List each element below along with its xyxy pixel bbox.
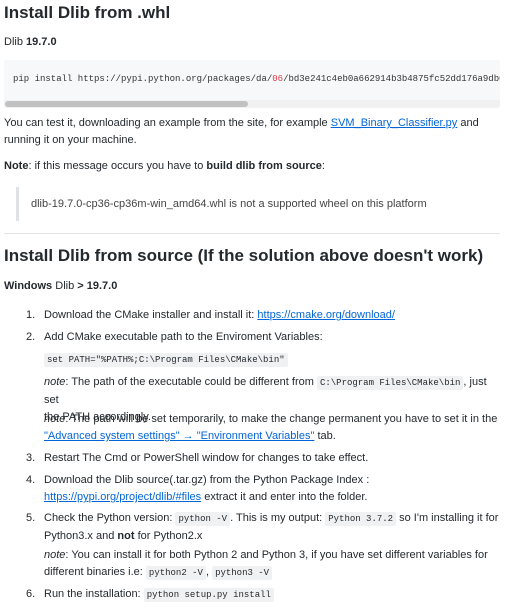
section-divider (4, 233, 500, 234)
step-2: Add CMake executable path to the Envirom… (44, 331, 323, 343)
step-5: Check the Python version: python -V. Thi… (44, 512, 499, 542)
pip-command: pip install https://pypi.python.org/pack… (13, 74, 500, 84)
cmake-download-link[interactable]: https://cmake.org/download/ (257, 309, 395, 321)
step-4: Download the Dlib source(.tar.gz) from t… (44, 474, 370, 503)
horizontal-scrollbar[interactable] (4, 100, 500, 108)
step-2-note2: note: The path will be set temporarily, … (44, 413, 498, 442)
step-number: 3. (26, 452, 36, 464)
set-path-code[interactable]: set PATH="%PATH%;C:\Program Files\CMake\… (44, 353, 288, 367)
step-number: 1. (26, 309, 36, 321)
pip-code-block[interactable]: pip install https://pypi.python.org/pack… (4, 60, 500, 108)
python2-code[interactable]: python2 -V (145, 566, 206, 580)
version-line: Dlib 19.7.0 (4, 34, 57, 51)
version-number: 19.7.0 (26, 36, 57, 48)
section-title-whl: Install Dlib from .whl (4, 3, 171, 22)
section-title-source: Install Dlib from source (If the solutio… (4, 246, 484, 265)
setup-install-code[interactable]: python setup.py install (143, 588, 274, 602)
windows-line: Windows Dlib > 19.7.0 (4, 280, 118, 292)
step-5-note: note: You can install it for both Python… (44, 549, 488, 580)
env-variables-link[interactable]: "Advanced system settings" → "Environmen… (44, 430, 314, 442)
pypi-dlib-link[interactable]: https://pypi.org/project/dlib/#files (44, 491, 201, 503)
step-number: 2. (26, 331, 36, 343)
step-number: 4. (26, 474, 36, 486)
step-1: Download the CMake installer and install… (44, 309, 395, 321)
error-text: dlib-19.7.0-cp36-cp36m-win_amd64.whl is … (31, 198, 427, 210)
step-3: Restart The Cmd or PowerShell window for… (44, 452, 369, 464)
scrollbar-thumb[interactable] (5, 101, 248, 107)
step-6: Run the installation: python setup.py in… (44, 586, 500, 604)
test-paragraph: You can test it, downloading an example … (4, 117, 479, 146)
cmake-path-code[interactable]: C:\Program Files\CMake\bin (316, 376, 464, 390)
step-number: 5. (26, 512, 36, 524)
step-2-code: set PATH="%PATH%;C:\Program Files\CMake\… (44, 351, 500, 369)
svm-example-link[interactable]: SVM_Binary_Classifier.py (331, 117, 458, 129)
python-version-code[interactable]: python -V (175, 512, 231, 526)
step-number: 6. (26, 588, 36, 600)
error-blockquote: dlib-19.7.0-cp36-cp36m-win_amd64.whl is … (16, 187, 486, 221)
python3-code[interactable]: python3 -V (212, 566, 273, 580)
version-label: Dlib (4, 36, 23, 48)
note-paragraph: Note: if this message occurs you have to… (4, 160, 325, 172)
python-output-code[interactable]: Python 3.7.2 (325, 512, 397, 526)
